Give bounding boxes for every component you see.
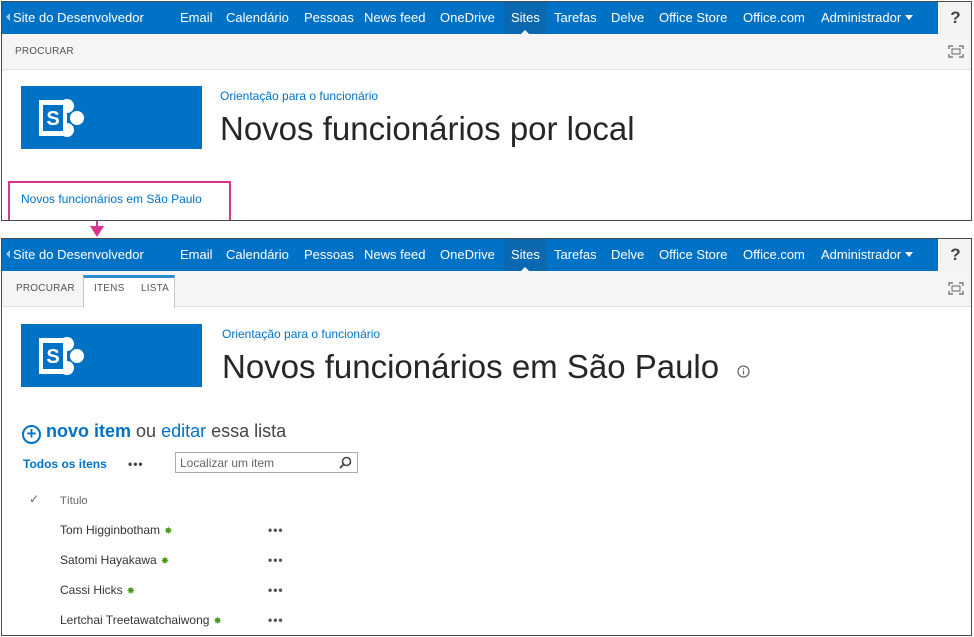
suite-bar: Site do Desenvolvedor Email Calendário P…	[2, 239, 971, 271]
view-more-ellipsis[interactable]: •••	[128, 457, 144, 471]
callout-highlight-box	[8, 181, 231, 220]
search-box	[175, 452, 358, 473]
tab-items[interactable]: ITENS	[94, 283, 124, 294]
site-logo[interactable]: S	[21, 324, 202, 387]
nav-office-com[interactable]: Office.com	[743, 239, 805, 271]
sparkle-icon: ✸	[213, 616, 222, 627]
nav-office-com[interactable]: Office.com	[743, 2, 805, 34]
tab-browse[interactable]: PROCURAR	[16, 283, 75, 294]
tab-list[interactable]: LISTA	[141, 283, 169, 294]
chevron-down-icon	[905, 252, 914, 257]
item-title[interactable]: Satomi Hayakawa	[60, 553, 157, 567]
item-menu-ellipsis[interactable]: •••	[268, 523, 284, 537]
sharepoint-logo-icon: S	[39, 99, 84, 137]
list-item[interactable]: Lertchai Treetawatchaiwong ✸	[60, 613, 222, 627]
help-button[interactable]: ?	[938, 2, 971, 34]
nav-tasks[interactable]: Tarefas	[554, 2, 597, 34]
user-menu[interactable]: Administrador	[821, 239, 914, 271]
new-item-bar: + novo item ou editar essa lista	[22, 421, 286, 444]
nav-calendar[interactable]: Calendário	[226, 239, 289, 271]
or-text: ou	[136, 421, 157, 441]
edit-list-link[interactable]: editar	[161, 421, 206, 441]
ribbon: PROCURAR ITENS LISTA	[2, 271, 971, 308]
nav-email[interactable]: Email	[180, 239, 213, 271]
site-link[interactable]: Site do Desenvolvedor	[6, 2, 144, 34]
user-name: Administrador	[821, 10, 902, 25]
help-button[interactable]: ?	[938, 239, 971, 271]
nav-office-store[interactable]: Office Store	[659, 2, 727, 34]
nav-tasks[interactable]: Tarefas	[554, 239, 597, 271]
callout-arrow-icon	[90, 226, 104, 237]
search-input[interactable]	[180, 455, 330, 470]
breadcrumb-link[interactable]: Orientação para o funcionário	[220, 89, 378, 103]
page-title: Novos funcionários em São Paulo	[222, 348, 720, 385]
search-icon[interactable]	[339, 456, 352, 469]
screen-list-page: Site do Desenvolvedor Email Calendário P…	[1, 238, 972, 636]
nav-sites[interactable]: Sites	[504, 239, 547, 271]
info-icon[interactable]	[737, 365, 750, 378]
back-arrow-icon	[6, 250, 10, 258]
nav-sites[interactable]: Sites	[504, 2, 547, 34]
list-item[interactable]: Satomi Hayakawa ✸	[60, 553, 169, 567]
ribbon: PROCURAR	[2, 34, 971, 70]
chevron-down-icon	[905, 15, 914, 20]
sparkle-icon: ✸	[160, 556, 170, 567]
nav-newsfeed[interactable]: News feed	[364, 2, 425, 34]
item-title[interactable]: Tom Higginbotham	[60, 523, 160, 537]
nav-office-store[interactable]: Office Store	[659, 239, 727, 271]
item-menu-ellipsis[interactable]: •••	[268, 583, 284, 597]
sparkle-icon: ✸	[126, 586, 136, 597]
site-link[interactable]: Site do Desenvolvedor	[6, 239, 144, 271]
list-item[interactable]: Tom Higginbotham ✸	[60, 523, 172, 537]
page-title: Novos funcionários por local	[220, 110, 635, 147]
svg-text:S: S	[46, 108, 59, 130]
item-title[interactable]: Cassi Hicks	[60, 583, 123, 597]
item-menu-ellipsis[interactable]: •••	[268, 613, 284, 627]
suite-bar: Site do Desenvolvedor Email Calendário P…	[2, 2, 971, 34]
site-link-label: Site do Desenvolvedor	[13, 247, 144, 262]
site-logo[interactable]: S	[21, 86, 202, 149]
add-icon[interactable]: +	[22, 425, 41, 444]
check-icon[interactable]: ✓	[29, 492, 39, 506]
sharepoint-logo-icon: S	[39, 337, 84, 375]
user-menu[interactable]: Administrador	[821, 2, 914, 34]
screen-site-page: Site do Desenvolvedor Email Calendário P…	[1, 1, 972, 221]
column-header-title[interactable]: Título	[60, 495, 88, 507]
nav-delve[interactable]: Delve	[611, 239, 644, 271]
focus-on-content-icon[interactable]	[948, 282, 964, 295]
item-title[interactable]: Lertchai Treetawatchaiwong	[60, 613, 209, 627]
nav-onedrive[interactable]: OneDrive	[440, 239, 495, 271]
tab-browse[interactable]: PROCURAR	[15, 46, 74, 57]
nav-people[interactable]: Pessoas	[304, 2, 354, 34]
svg-text:S: S	[46, 346, 59, 368]
focus-on-content-icon[interactable]	[948, 45, 964, 58]
view-all-items[interactable]: Todos os itens	[23, 457, 107, 471]
user-name: Administrador	[821, 247, 902, 262]
sparkle-icon: ✸	[164, 526, 173, 537]
new-item-link[interactable]: novo item	[46, 421, 131, 441]
nav-email[interactable]: Email	[180, 2, 213, 34]
this-list-text: essa lista	[211, 421, 287, 441]
item-menu-ellipsis[interactable]: •••	[268, 553, 284, 567]
site-link-label: Site do Desenvolvedor	[13, 10, 144, 25]
back-arrow-icon	[6, 13, 10, 21]
nav-delve[interactable]: Delve	[611, 2, 644, 34]
nav-calendar[interactable]: Calendário	[226, 2, 289, 34]
nav-people[interactable]: Pessoas	[304, 239, 354, 271]
list-item[interactable]: Cassi Hicks ✸	[60, 583, 135, 597]
nav-onedrive[interactable]: OneDrive	[440, 2, 495, 34]
nav-newsfeed[interactable]: News feed	[364, 239, 425, 271]
breadcrumb-link[interactable]: Orientação para o funcionário	[222, 327, 380, 341]
